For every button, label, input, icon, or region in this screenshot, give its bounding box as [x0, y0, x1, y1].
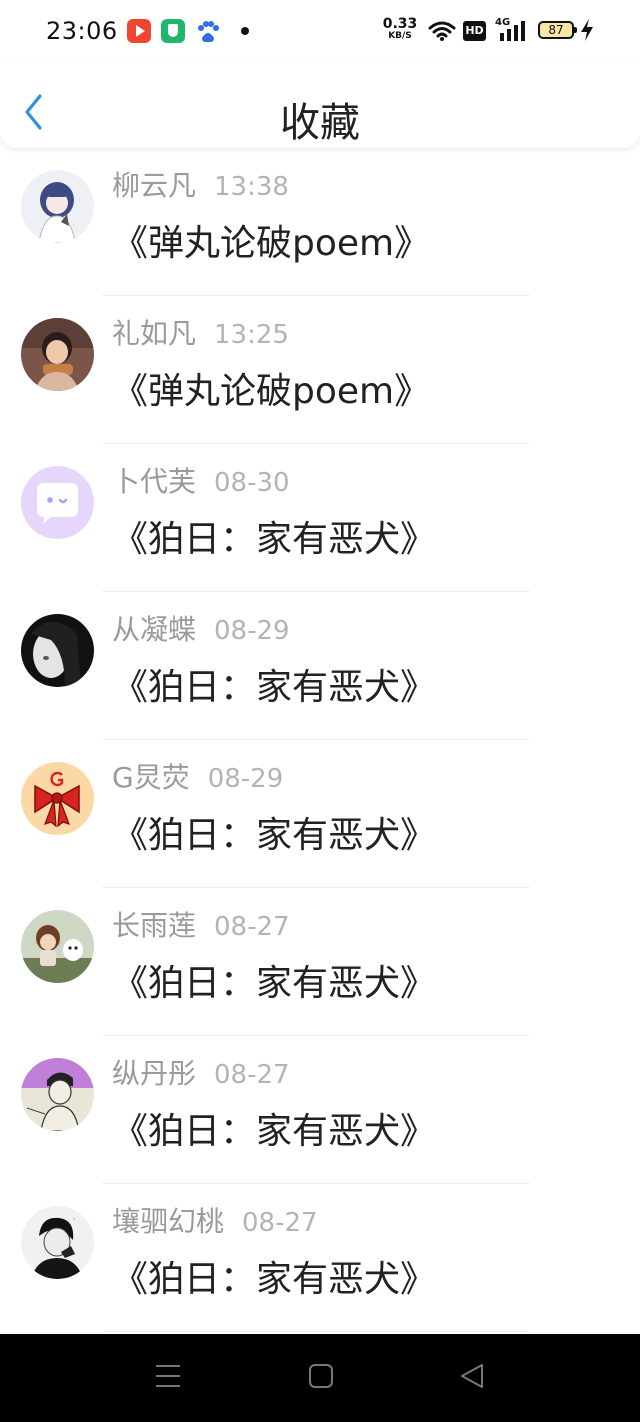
list-item[interactable]: 柳云凡 13:38 《弹丸论破poem》: [0, 148, 640, 296]
divider: [102, 1331, 530, 1332]
list-item-meta: G炅荧 08-29: [112, 756, 283, 796]
charging-bolt-icon: [579, 18, 595, 46]
list-item[interactable]: 礼如凡 13:25 《弹丸论破poem》: [0, 296, 640, 444]
list-item-meta: 柳云凡 13:38: [112, 164, 289, 204]
user-name: G炅荧: [112, 761, 190, 794]
page-title: 收藏: [280, 100, 360, 146]
notification-dot-icon: [241, 27, 249, 35]
home-square-icon[interactable]: [307, 1362, 335, 1394]
video-app-icon: [127, 19, 151, 43]
list-item-meta: 壤驷幻桃 08-27: [112, 1200, 318, 1240]
wifi-icon: [428, 20, 456, 46]
purple-chat-avatar[interactable]: [21, 466, 94, 539]
bw-portrait-avatar[interactable]: [21, 614, 94, 687]
net-speed: 0.33 KB/S: [382, 17, 418, 41]
header: 收藏: [0, 62, 640, 148]
item-title: 《狛日：家有恶犬》: [112, 1111, 437, 1152]
item-title: 《狛日：家有恶犬》: [112, 667, 437, 708]
list-item[interactable]: 从凝蝶 08-29 《狛日：家有恶犬》: [0, 592, 640, 740]
list-item-meta: 礼如凡 13:25: [112, 312, 289, 352]
list-item[interactable]: G炅荧 08-29 《狛日：家有恶犬》: [0, 740, 640, 888]
item-time: 08-29: [207, 764, 284, 794]
user-name: 纵丹彤: [112, 1057, 197, 1090]
item-time: 08-27: [242, 1208, 318, 1238]
battery-indicator: 87: [538, 21, 574, 39]
item-title: 《狛日：家有恶犬》: [112, 1259, 437, 1300]
figurine-avatar[interactable]: [21, 910, 94, 983]
user-name: 柳云凡: [112, 169, 197, 202]
item-title: 《狛日：家有恶犬》: [112, 815, 437, 856]
svg-text:·: ·: [73, 1215, 76, 1224]
bw-boy-avatar[interactable]: ·: [21, 1206, 94, 1279]
list-item-meta: 从凝蝶 08-29: [112, 608, 290, 648]
baidu-app-icon: [195, 19, 221, 43]
user-name: 从凝蝶: [112, 613, 197, 646]
status-bar: 23:06 0.33 KB/S HD 4G 87: [0, 0, 640, 62]
menu-icon[interactable]: [154, 1362, 182, 1394]
user-name: 长雨莲: [112, 909, 197, 942]
item-time: 08-27: [214, 912, 290, 942]
user-name: 卜代芙: [112, 465, 197, 498]
anime-girl-avatar[interactable]: [21, 170, 94, 243]
shield-app-icon: [161, 19, 185, 43]
list-item[interactable]: 卜代芙 08-30 《狛日：家有恶犬》: [0, 444, 640, 592]
status-time: 23:06: [46, 17, 118, 45]
item-title: 《弹丸论破poem》: [112, 223, 431, 264]
list-item[interactable]: · 壤驷幻桃 08-27 《狛日：家有恶犬》: [0, 1184, 640, 1332]
item-title: 《狛日：家有恶犬》: [112, 519, 437, 560]
item-time: 08-27: [214, 1060, 290, 1090]
list-item[interactable]: 长雨莲 08-27 《狛日：家有恶犬》: [0, 888, 640, 1036]
item-time: 13:38: [214, 172, 289, 202]
list-item[interactable]: 纵丹彤 08-27 《狛日：家有恶犬》: [0, 1036, 640, 1184]
battery-tip: [574, 27, 577, 33]
user-name: 壤驷幻桃: [112, 1205, 225, 1238]
sketch-boy-avatar[interactable]: [21, 1058, 94, 1131]
list-item-meta: 长雨莲 08-27: [112, 904, 290, 944]
favorites-list: 柳云凡 13:38 《弹丸论破poem》 礼如凡 13:25 《弹丸论破poem》: [0, 148, 640, 1332]
child-photo-avatar[interactable]: [21, 318, 94, 391]
net-speed-unit: KB/S: [388, 31, 412, 41]
item-time: 08-30: [214, 468, 290, 498]
red-bow-avatar[interactable]: [21, 762, 94, 835]
list-item-meta: 纵丹彤 08-27: [112, 1052, 290, 1092]
net-speed-value: 0.33: [382, 16, 418, 32]
signal-icon: [498, 20, 528, 46]
item-title: 《弹丸论破poem》: [112, 371, 431, 412]
back-triangle-icon[interactable]: [458, 1362, 486, 1394]
hd-badge: HD: [463, 21, 486, 41]
item-title: 《狛日：家有恶犬》: [112, 963, 437, 1004]
system-nav-bar: [0, 1334, 640, 1422]
user-name: 礼如凡: [112, 317, 197, 350]
item-time: 08-29: [214, 616, 290, 646]
item-time: 13:25: [214, 320, 289, 350]
list-item-meta: 卜代芙 08-30: [112, 460, 290, 500]
